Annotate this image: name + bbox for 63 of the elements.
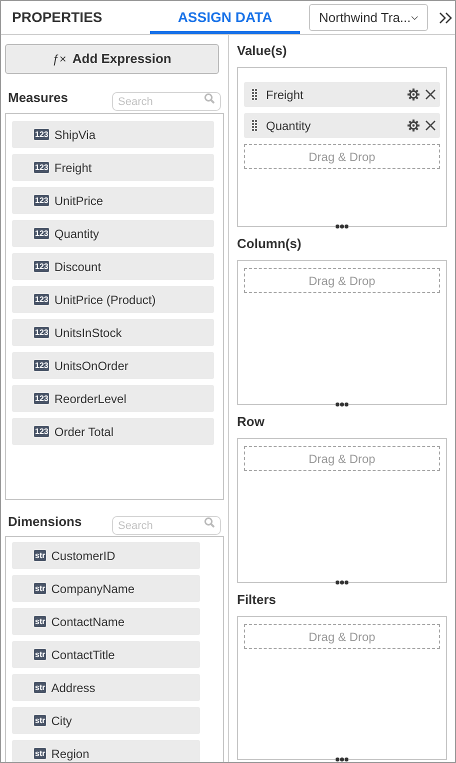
field-item[interactable]: 123 Order Total — [12, 418, 214, 445]
section-title: Column(s) — [237, 235, 302, 252]
type-badge: str — [34, 649, 46, 660]
type-badge: str — [34, 583, 46, 594]
datasource-dropdown[interactable]: Northwind Tra... — [309, 4, 428, 31]
search-icon — [204, 516, 215, 528]
field-item[interactable]: str CustomerID — [12, 542, 200, 569]
section-title: Row — [237, 413, 266, 430]
type-badge: 123 — [34, 228, 50, 239]
resize-grip-icon[interactable] — [335, 402, 349, 407]
drag-handle-icon[interactable] — [252, 89, 258, 100]
section-title: Measures — [8, 89, 68, 108]
settings-icon[interactable] — [407, 88, 420, 101]
type-badge: str — [34, 715, 46, 726]
field-item[interactable]: str Region — [12, 740, 200, 762]
section-title: Filters — [237, 591, 278, 608]
chevron-down-icon — [410, 14, 418, 22]
assigned-field[interactable]: Freight — [244, 82, 440, 107]
search-icon — [204, 92, 215, 104]
field-item[interactable]: 123 UnitsOnOrder — [12, 352, 214, 379]
type-badge: 123 — [34, 327, 50, 338]
type-badge: 123 — [34, 129, 50, 140]
type-badge: str — [34, 748, 46, 759]
field-item[interactable]: 123 ShipVia — [12, 121, 214, 148]
field-item[interactable]: str CompanyName — [12, 575, 200, 602]
assigned-field[interactable]: Quantity — [244, 113, 440, 138]
tab[interactable]: ASSIGN DATA — [150, 1, 300, 34]
search-field[interactable]: Search — [112, 516, 221, 535]
type-badge: 123 — [34, 426, 50, 437]
resize-grip-icon[interactable] — [335, 580, 349, 585]
field-item[interactable]: 123 Freight — [12, 154, 214, 181]
dropdown-value: Northwind Tra... — [319, 8, 411, 27]
type-badge: 123 — [34, 162, 50, 173]
field-item[interactable]: 123 UnitPrice (Product) — [12, 286, 214, 313]
resize-grip-icon[interactable] — [335, 757, 349, 762]
resize-grip-icon[interactable] — [335, 224, 349, 229]
close-icon[interactable] — [425, 89, 436, 100]
section-title: Dimensions — [8, 513, 82, 532]
drag-handle-icon[interactable] — [252, 120, 258, 131]
field-item[interactable]: str Address — [12, 674, 200, 701]
search-field[interactable]: Search — [112, 92, 221, 111]
type-badge: str — [34, 616, 46, 627]
field-item[interactable]: str City — [12, 707, 200, 734]
field-item[interactable]: 123 Quantity — [12, 220, 214, 247]
field-item[interactable]: str ContactTitle — [12, 641, 200, 668]
type-badge: 123 — [34, 261, 50, 272]
field-item[interactable]: 123 ReorderLevel — [12, 385, 214, 412]
type-badge: 123 — [34, 360, 50, 371]
close-icon[interactable] — [425, 120, 436, 131]
type-badge: 123 — [34, 294, 50, 305]
field-item[interactable]: 123 UnitPrice — [12, 187, 214, 214]
field-item[interactable]: str ContactName — [12, 608, 200, 635]
type-badge: str — [34, 550, 46, 561]
field-item[interactable]: 123 Discount — [12, 253, 214, 280]
settings-icon[interactable] — [407, 119, 420, 132]
add-expression-button[interactable]: ƒ× Add Expression — [5, 44, 219, 74]
type-badge: str — [34, 682, 46, 693]
section-title: Value(s) — [237, 42, 288, 59]
type-badge: 123 — [34, 195, 50, 206]
field-item[interactable]: 123 UnitsInStock — [12, 319, 214, 346]
type-badge: 123 — [34, 393, 50, 404]
double-chevron-icon[interactable] — [439, 12, 452, 24]
tab[interactable]: PROPERTIES — [1, 1, 150, 34]
